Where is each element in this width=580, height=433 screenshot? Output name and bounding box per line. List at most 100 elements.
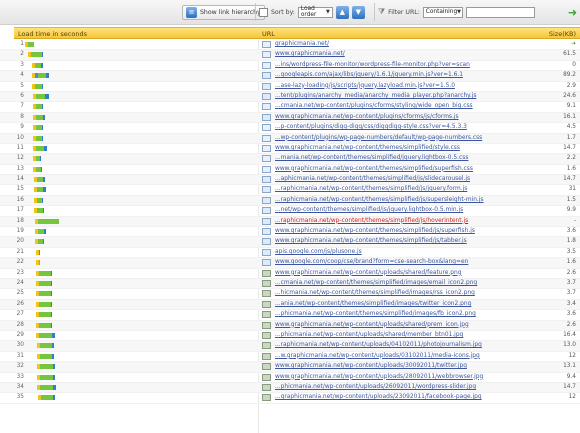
- load-time-bar[interactable]: [34, 177, 45, 183]
- resource-url-link[interactable]: www.graphicmania.net/wp-content/uploads/…: [275, 270, 462, 276]
- load-time-bar[interactable]: [36, 343, 55, 349]
- table-row[interactable]: 5 ...ase-lazy-loading/js/scripts/jquery.l…: [0, 82, 580, 92]
- table-row[interactable]: 21 apis.google.com/js/plusone.js 3.5: [0, 248, 580, 259]
- resource-url-link[interactable]: www.graphicmania.net/wp-content/themes/s…: [275, 166, 473, 172]
- load-time-bar[interactable]: [37, 384, 56, 390]
- resource-url-link[interactable]: ...ins/wordpress-file-monitor/wordpress-…: [275, 62, 470, 68]
- load-time-bar[interactable]: [34, 197, 43, 203]
- table-row[interactable]: 19 www.graphicmania.net/wp-content/themes…: [0, 227, 580, 238]
- table-row[interactable]: 18 ...raphicmania.net/wp-content/themes/s…: [0, 216, 580, 228]
- table-row[interactable]: 26 ...ania.net/wp-content/themes/simplifi…: [0, 299, 580, 311]
- resource-url-link[interactable]: www.graphicmania.net/wp-content/themes/s…: [275, 228, 475, 234]
- load-time-bar[interactable]: [25, 42, 35, 47]
- resource-url-link[interactable]: www.graphicmania.net/wp-content/themes/s…: [275, 238, 467, 244]
- resource-url-link[interactable]: ...aphicmania.net/wp-content/themes/simp…: [275, 176, 470, 182]
- table-row[interactable]: 2 www.graphicmania.net/61.5: [0, 50, 580, 61]
- resource-url-link[interactable]: ...raphicmania.net/wp-content/themes/sim…: [275, 197, 484, 203]
- resource-url-link[interactable]: www.graphicmania.net/wp-content/uploads/…: [275, 374, 483, 380]
- resource-url-link[interactable]: ...phicmania.net/wp-content/uploads/shar…: [275, 332, 463, 338]
- table-row[interactable]: 35 ...graphicmania.net/wp-content/uploads…: [0, 393, 580, 404]
- filter-url-input[interactable]: [465, 6, 535, 18]
- load-time-bar[interactable]: [36, 291, 53, 297]
- resource-url-link[interactable]: ...raphicmania.net/wp-content/themes/sim…: [275, 186, 467, 192]
- load-time-bar[interactable]: [35, 249, 41, 255]
- load-time-bar[interactable]: [27, 52, 44, 58]
- show-link-hierarchy-button[interactable]: ≡ Show link hierarchy: [182, 4, 265, 20]
- table-row[interactable]: 7 ...cmania.net/wp-content/plugins/cforms…: [0, 102, 580, 113]
- table-row[interactable]: 27 ...phicmania.net/wp-content/themes/sim…: [0, 310, 580, 321]
- table-row[interactable]: 10 ...wp-content/plugins/wp-page-numbers/…: [0, 133, 580, 144]
- resource-url-link[interactable]: ...tent/plugins/anarchy_media/anarchy_me…: [275, 93, 476, 99]
- load-time-bar[interactable]: [37, 395, 56, 401]
- resource-url-link[interactable]: www.graphicmania.net/wp-content/themes/s…: [275, 145, 460, 151]
- resource-url-link[interactable]: ...hicmania.net/wp-content/themes/simpli…: [275, 290, 475, 296]
- load-time-bar[interactable]: [33, 166, 42, 172]
- resource-url-link[interactable]: apis.google.com/js/plusone.js: [275, 249, 362, 255]
- load-time-bar[interactable]: [32, 73, 50, 79]
- resource-url-link[interactable]: ...phicmania.net/wp-content/uploads/2609…: [275, 384, 476, 390]
- resource-url-link[interactable]: ...raphicmania.net/wp-content/themes/sim…: [275, 218, 468, 224]
- load-time-bar[interactable]: [35, 270, 53, 276]
- table-row[interactable]: 12 ...mania.net/wp-content/themes/simplif…: [0, 154, 580, 165]
- resource-url-link[interactable]: www.graphicmania.net/: [275, 51, 345, 57]
- resource-url-link[interactable]: ...cmania.net/wp-content/plugins/cforms/…: [275, 103, 473, 109]
- table-row[interactable]: 24 ...cmania.net/wp-content/themes/simpli…: [0, 278, 580, 290]
- load-time-bar[interactable]: [32, 145, 47, 151]
- load-time-bar[interactable]: [32, 104, 44, 110]
- load-time-bar[interactable]: [34, 187, 47, 193]
- load-time-bar[interactable]: [34, 208, 45, 214]
- go-arrow-icon[interactable]: ➜: [566, 6, 579, 19]
- load-time-bar[interactable]: [34, 218, 59, 224]
- table-row[interactable]: 1 graphicmania.net/ ➜: [0, 40, 580, 51]
- table-row[interactable]: 3 ...ins/wordpress-file-monitor/wordpress…: [0, 61, 580, 72]
- load-time-bar[interactable]: [37, 364, 55, 370]
- table-row[interactable]: 15 ...raphicmania.net/wp-content/themes/s…: [0, 185, 580, 196]
- load-time-bar[interactable]: [32, 114, 45, 120]
- resource-url-link[interactable]: ...p-content/plugins/digg-digg/css/diggd…: [275, 124, 467, 130]
- table-row[interactable]: 11 www.graphicmania.net/wp-content/themes…: [0, 144, 580, 155]
- table-row[interactable]: 33 www.graphicmania.net/wp-content/upload…: [0, 373, 580, 383]
- load-time-header[interactable]: Load time in seconds: [18, 30, 87, 38]
- load-time-bar[interactable]: [36, 353, 55, 359]
- load-time-bar[interactable]: [36, 280, 53, 286]
- resource-url-link[interactable]: ...ase-lazy-loading/js/scripts/jquery.la…: [275, 83, 455, 89]
- resource-url-link[interactable]: www.graphicmania.net/wp-content/uploads/…: [275, 363, 467, 369]
- load-time-bar[interactable]: [32, 125, 43, 131]
- table-row[interactable]: 17 ...net/wp-content/themes/simplified/js…: [0, 206, 580, 217]
- load-time-bar[interactable]: [32, 93, 49, 99]
- resource-url-link[interactable]: ...cmania.net/wp-content/themes/simplifi…: [275, 280, 477, 286]
- table-row[interactable]: 14 ...aphicmania.net/wp-content/themes/si…: [0, 175, 580, 186]
- table-row[interactable]: 13 www.graphicmania.net/wp-content/themes…: [0, 165, 580, 176]
- table-row[interactable]: 30 ...raphicmania.net/wp-content/uploads/…: [0, 341, 580, 352]
- table-row[interactable]: 23 www.graphicmania.net/wp-content/upload…: [0, 269, 580, 279]
- table-row[interactable]: 16 ...raphicmania.net/wp-content/themes/s…: [0, 195, 580, 207]
- table-row[interactable]: 8 www.graphicmania.net/wp-content/plugins…: [0, 112, 580, 124]
- table-row[interactable]: 25 ...hicmania.net/wp-content/themes/simp…: [0, 289, 580, 300]
- table-row[interactable]: 31 ...w.graphicmania.net/wp-content/uploa…: [0, 352, 580, 363]
- load-time-bar[interactable]: [36, 301, 53, 307]
- resource-url-link[interactable]: www.google.com/coop/cse/brand?form=cse-s…: [275, 259, 468, 265]
- resource-url-link[interactable]: ...net/wp-content/themes/simplified/js/j…: [275, 207, 463, 213]
- resource-url-link[interactable]: ...graphicmania.net/wp-content/uploads/2…: [275, 394, 482, 400]
- table-row[interactable]: 34 ...phicmania.net/wp-content/uploads/26…: [0, 382, 580, 394]
- sort-ascending-icon[interactable]: ▲: [335, 5, 349, 19]
- load-time-bar[interactable]: [35, 260, 41, 266]
- load-time-bar[interactable]: [32, 62, 43, 68]
- load-time-bar[interactable]: [33, 156, 41, 162]
- resource-url-link[interactable]: ...mania.net/wp-content/themes/simplifie…: [275, 155, 468, 161]
- sort-descending-icon[interactable]: ▼: [351, 5, 365, 19]
- load-time-bar[interactable]: [36, 322, 53, 328]
- table-row[interactable]: 29 ...phicmania.net/wp-content/uploads/sh…: [0, 331, 580, 342]
- table-row[interactable]: 28 www.graphicmania.net/wp-content/upload…: [0, 320, 580, 331]
- table-row[interactable]: 6 ...tent/plugins/anarchy_media/anarchy_m…: [0, 91, 580, 103]
- load-time-bar[interactable]: [35, 229, 46, 235]
- filter-mode-select[interactable]: Containing ▼: [422, 6, 463, 18]
- table-row[interactable]: 20 www.graphicmania.net/wp-content/themes…: [0, 237, 580, 248]
- resource-url-link[interactable]: graphicmania.net/: [275, 41, 329, 47]
- table-row[interactable]: 4 ...googleapis.com/ajax/libs/jquery/1.6.…: [0, 71, 580, 82]
- resource-url-link[interactable]: ...raphicmania.net/wp-content/uploads/04…: [275, 342, 482, 348]
- load-time-bar[interactable]: [36, 312, 53, 318]
- table-row[interactable]: 32 www.graphicmania.net/wp-content/upload…: [0, 362, 580, 373]
- sort-select[interactable]: Load order ▼: [297, 6, 333, 18]
- load-time-bar[interactable]: [32, 135, 43, 141]
